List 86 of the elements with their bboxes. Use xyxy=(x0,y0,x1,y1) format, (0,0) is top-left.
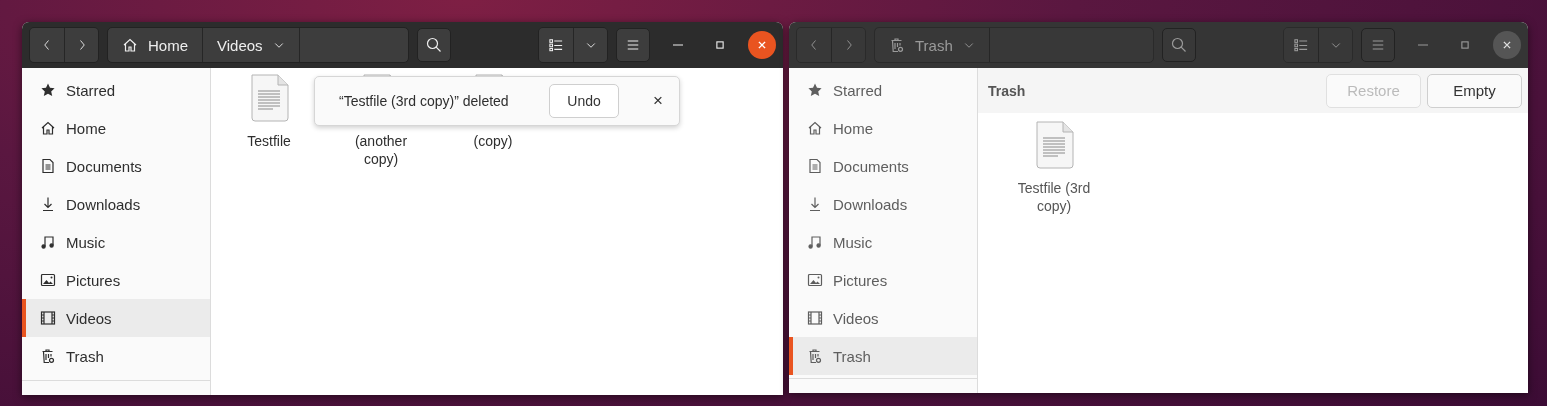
sidebar-label: Home xyxy=(66,119,106,137)
search-button[interactable] xyxy=(1162,28,1196,62)
home-icon xyxy=(122,37,138,53)
sidebar-label: Downloads xyxy=(66,195,141,213)
header-button[interactable]: Empty xyxy=(1427,73,1522,108)
search-icon xyxy=(426,37,442,53)
trash-icon xyxy=(889,37,905,53)
maximize-icon xyxy=(1460,40,1470,50)
sidebar-label: Trash xyxy=(833,347,871,365)
close-button[interactable] xyxy=(748,31,776,59)
minimize-icon xyxy=(673,44,683,46)
sidebar-label: Music xyxy=(66,233,106,251)
sidebar-item[interactable]: Trash xyxy=(789,337,977,375)
picture-icon xyxy=(807,272,823,288)
close-button[interactable] xyxy=(1493,31,1521,59)
document-icon xyxy=(40,158,56,174)
text-file-icon xyxy=(1034,121,1074,169)
undo-button[interactable]: Undo xyxy=(549,84,620,118)
sidebar-item[interactable]: Documents xyxy=(789,147,977,185)
search-button[interactable] xyxy=(417,28,451,62)
close-icon xyxy=(757,40,767,50)
file-name: Testfile (3rd copy) xyxy=(1016,179,1092,215)
sidebar-item[interactable]: Videos xyxy=(22,299,210,337)
menu-button[interactable] xyxy=(1361,28,1395,62)
sidebar-item[interactable]: Home xyxy=(789,109,977,147)
home-icon xyxy=(807,120,823,136)
sidebar-label: Documents xyxy=(66,157,142,175)
sidebar-item[interactable]: Home xyxy=(22,109,210,147)
music-note-icon xyxy=(807,234,823,250)
search-icon xyxy=(1171,37,1187,53)
sidebar-item[interactable]: Starred xyxy=(22,71,210,109)
sidebar-label: Starred xyxy=(833,81,883,99)
path-label: Home xyxy=(148,36,188,54)
file-name: (another copy) xyxy=(353,132,409,168)
path-segment[interactable]: Home xyxy=(108,28,203,62)
sidebar-item[interactable]: Music xyxy=(22,223,210,261)
trash-icon xyxy=(807,348,823,364)
sidebar-item[interactable]: Videos xyxy=(789,299,977,337)
picture-icon xyxy=(40,272,56,288)
document-icon xyxy=(807,158,823,174)
sidebar-label: Pictures xyxy=(833,271,888,289)
sidebar-item[interactable]: Trash xyxy=(22,337,210,375)
menu-button[interactable] xyxy=(616,28,650,62)
menu-icon xyxy=(1371,38,1385,52)
music-note-icon xyxy=(40,234,56,250)
download-icon xyxy=(40,196,56,212)
sidebar-item[interactable]: Music xyxy=(789,223,977,261)
maximize-icon xyxy=(715,40,725,50)
location-title: Trash xyxy=(988,82,1027,99)
sidebar-label: Starred xyxy=(66,81,116,99)
menu-icon xyxy=(626,38,640,52)
sidebar-label: Trash xyxy=(66,347,104,365)
minimize-icon xyxy=(1418,44,1428,46)
sidebar-label: Pictures xyxy=(66,271,121,289)
sidebar-item[interactable]: Downloads xyxy=(22,185,210,223)
list-view-icon xyxy=(1294,38,1308,52)
path-label: Trash xyxy=(915,36,953,54)
close-icon xyxy=(1502,40,1512,50)
sidebar-label: Downloads xyxy=(833,195,908,213)
list-view-icon xyxy=(549,38,563,52)
download-icon xyxy=(807,196,823,212)
sidebar-item[interactable]: Documents xyxy=(22,147,210,185)
sidebar-label: Documents xyxy=(833,157,909,175)
file-name: (copy) xyxy=(472,132,514,150)
sidebar-label: Music xyxy=(833,233,873,251)
path-segment[interactable]: Trash xyxy=(875,28,990,62)
sidebar-item[interactable]: Starred xyxy=(789,71,977,109)
star-icon xyxy=(40,82,56,98)
film-icon xyxy=(807,310,823,326)
text-file-icon xyxy=(249,74,289,122)
sidebar-item[interactable]: Pictures xyxy=(789,261,977,299)
sidebar-label: Videos xyxy=(833,309,879,327)
sidebar-label: Home xyxy=(833,119,873,137)
sidebar-label: Videos xyxy=(66,309,112,327)
file-name: Testfile xyxy=(246,132,292,150)
close-button[interactable]: × xyxy=(649,91,667,111)
trash-icon xyxy=(40,348,56,364)
star-icon xyxy=(807,82,823,98)
home-icon xyxy=(40,120,56,136)
sidebar-item[interactable]: Downloads xyxy=(789,185,977,223)
list-view-button[interactable] xyxy=(539,28,573,62)
film-icon xyxy=(40,310,56,326)
path-segment[interactable]: Videos xyxy=(203,28,300,62)
path-label: Videos xyxy=(217,36,263,54)
sidebar-item[interactable]: Pictures xyxy=(22,261,210,299)
notification-message: “Testfile (3rd copy)” deleted xyxy=(339,93,510,109)
